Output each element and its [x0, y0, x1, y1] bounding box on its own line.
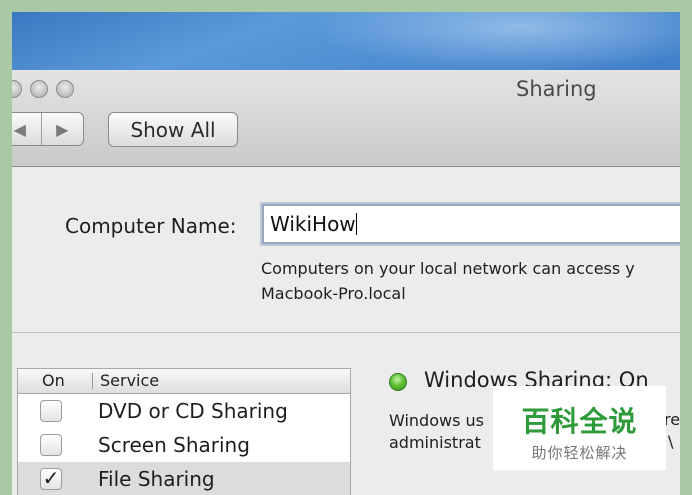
- status-description: Windows us administrat: [389, 410, 484, 454]
- service-label: DVD or CD Sharing: [98, 399, 288, 423]
- dvd-sharing-checkbox[interactable]: [40, 400, 62, 422]
- chevron-left-icon: ◀: [13, 119, 26, 139]
- watermark-sub-text: 助你轻松解决: [531, 444, 628, 462]
- watermark-main-text: 百科全说: [521, 405, 638, 438]
- section-divider: [12, 332, 680, 333]
- forward-button[interactable]: ▶: [40, 113, 84, 145]
- desktop-wallpaper: [12, 12, 680, 72]
- screen-sharing-checkbox[interactable]: [40, 434, 62, 456]
- status-desc-line-1: Windows us: [389, 411, 484, 430]
- frame-border-right: [680, 0, 692, 495]
- wallpaper-glow: [312, 12, 680, 72]
- column-header-on[interactable]: On: [42, 371, 65, 390]
- service-row-file[interactable]: ✓ File Sharing: [18, 462, 350, 495]
- status-desc-line-2: administrat: [389, 433, 481, 452]
- description-line-2: Macbook-Pro.local: [261, 284, 406, 303]
- chevron-right-icon: ▶: [56, 119, 69, 139]
- service-list: On Service DVD or CD Sharing Screen Shar…: [17, 368, 351, 495]
- back-button[interactable]: ◀: [12, 113, 41, 145]
- computer-name-label: Computer Name:: [65, 214, 237, 238]
- service-row-dvd[interactable]: DVD or CD Sharing: [18, 394, 350, 428]
- zoom-window-icon[interactable]: [56, 80, 74, 98]
- close-window-icon[interactable]: [12, 80, 22, 98]
- back-forward-control: ◀ ▶: [12, 112, 84, 146]
- frame-border-top: [0, 0, 692, 12]
- service-label: File Sharing: [98, 467, 215, 491]
- show-all-button[interactable]: Show All: [108, 112, 238, 147]
- window-title: Sharing: [516, 77, 597, 101]
- status-desc-right-2: \: [668, 432, 674, 451]
- computer-name-description: Computers on your local network can acce…: [261, 256, 635, 306]
- text-caret: [355, 213, 357, 235]
- description-line-1: Computers on your local network can acce…: [261, 259, 635, 278]
- service-row-screen[interactable]: Screen Sharing: [18, 428, 350, 462]
- service-label: Screen Sharing: [98, 433, 250, 457]
- computer-name-value: WikiHow: [270, 212, 356, 236]
- column-header-service[interactable]: Service: [100, 371, 159, 390]
- window-titlebar: Sharing ◀ ▶ Show All: [12, 70, 680, 167]
- computer-name-field[interactable]: WikiHow: [262, 204, 680, 244]
- status-on-indicator-icon: [389, 373, 407, 391]
- status-desc-right-1: re: [664, 410, 680, 429]
- minimize-window-icon[interactable]: [30, 80, 48, 98]
- file-sharing-checkbox[interactable]: ✓: [40, 468, 62, 490]
- column-divider: [92, 373, 93, 389]
- watermark-logo: 百科全说 助你轻松解决: [493, 386, 666, 470]
- service-list-header: On Service: [18, 369, 350, 394]
